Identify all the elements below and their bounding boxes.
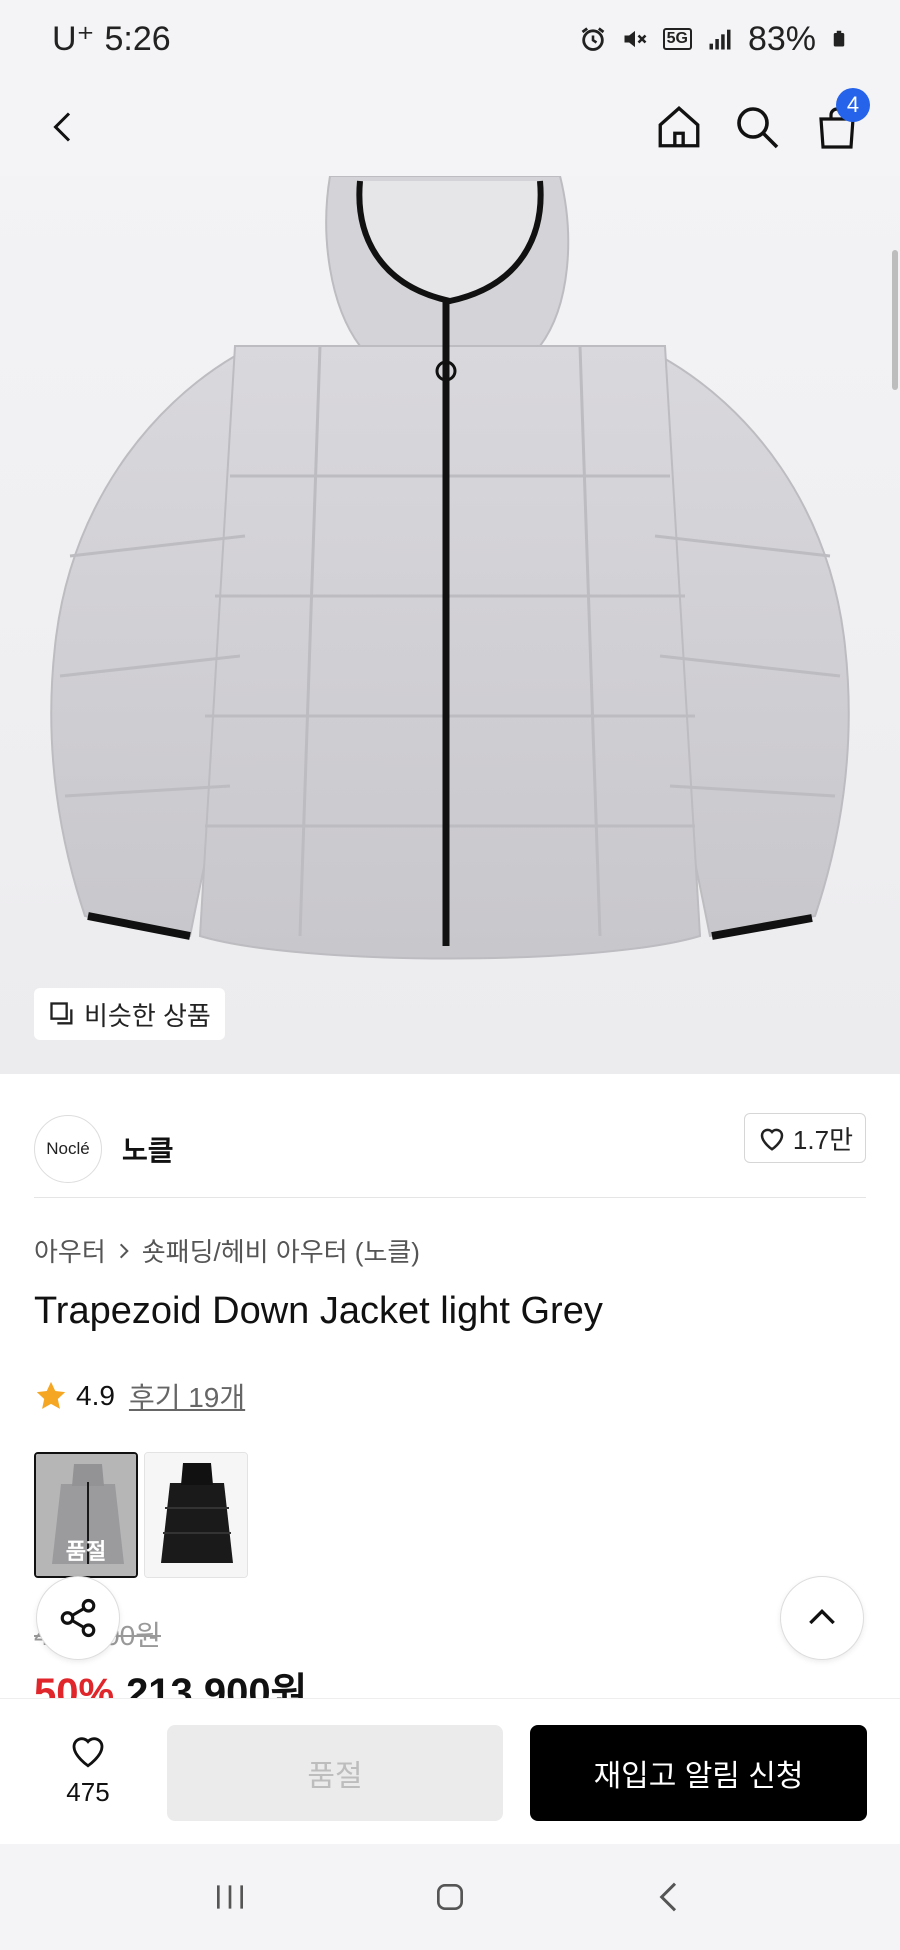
home-icon [658,106,700,148]
search-button[interactable] [722,78,792,176]
purchase-bar: 475 품절 재입고 알림 신청 [0,1698,900,1844]
chevron-right-icon [119,1243,129,1258]
home-button[interactable] [644,78,714,176]
cart-button[interactable]: 4 [802,78,872,176]
product-image[interactable]: 비슷한 상품 [0,176,900,1074]
brand-like-count: 1.7만 [792,1124,853,1155]
similar-products-button[interactable]: 비슷한 상품 [34,988,225,1040]
home-system-button[interactable] [410,1857,490,1937]
top-nav: 4 [0,78,900,176]
brand-logo[interactable]: Noclé [34,1115,102,1183]
breadcrumb: 아우터 숏패딩/헤비 아우터 (노클) [34,1232,420,1269]
recent-apps-button[interactable] [190,1857,270,1937]
jacket-image [50,176,850,960]
similar-products-label: 비슷한 상품 [84,1000,211,1031]
color-options: 품절 [34,1452,248,1578]
network-type: 5G [662,28,692,50]
signal-icon [709,29,731,50]
share-icon [60,1598,96,1638]
brand-like-button[interactable]: 1.7만 [743,1113,866,1163]
wishlist-count: 475 [66,1777,110,1807]
heart-icon [760,1128,784,1151]
copy-icon [50,1002,73,1025]
breadcrumb-subcategory[interactable]: 숏패딩/헤비 아우터 (노클) [142,1232,420,1269]
breadcrumb-category[interactable]: 아우터 [34,1232,106,1269]
rating-row: 4.9 후기 19개 [34,1376,245,1416]
soldout-overlay-label: 품절 [65,1539,107,1564]
soldout-button[interactable]: 품절 [167,1725,503,1821]
rating-score: 4.9 [76,1380,115,1411]
battery-percent: 83% [747,19,816,58]
alarm-icon [581,27,604,51]
color-option-black[interactable] [144,1452,248,1578]
scrollbar[interactable] [892,250,898,390]
back-system-icon [659,1882,677,1912]
color-option-light-grey[interactable]: 품절 [34,1452,138,1578]
reviews-link[interactable]: 후기 19개 [129,1376,245,1416]
share-button[interactable] [36,1576,120,1660]
back-system-button[interactable] [630,1857,710,1937]
wishlist-button[interactable]: 475 [40,1729,136,1808]
mute-icon [624,30,647,48]
divider [34,1197,866,1198]
status-time: 5:26 [104,19,171,58]
thumb-black-jacket [145,1453,247,1577]
chevron-up-icon [809,1608,835,1625]
back-icon [53,112,71,142]
cart-badge: 4 [836,88,870,122]
restock-alert-button[interactable]: 재입고 알림 신청 [530,1725,867,1821]
brand-row[interactable]: Noclé 노클 1.7만 [34,1100,866,1198]
product-title: Trapezoid Down Jacket light Grey [34,1290,603,1332]
home-system-icon [437,1884,463,1910]
back-button[interactable] [28,78,98,176]
star-icon [36,1381,66,1409]
recent-apps-icon [217,1885,243,1909]
heart-icon [72,1737,104,1768]
status-bar: U⁺ 5:26 5G 83% [0,0,900,78]
system-nav-bar [0,1844,900,1950]
search-icon [737,107,779,149]
scroll-top-button[interactable] [780,1576,864,1660]
battery-icon [833,30,845,47]
carrier-label: U⁺ [52,20,95,58]
brand-name[interactable]: 노클 [122,1129,174,1169]
